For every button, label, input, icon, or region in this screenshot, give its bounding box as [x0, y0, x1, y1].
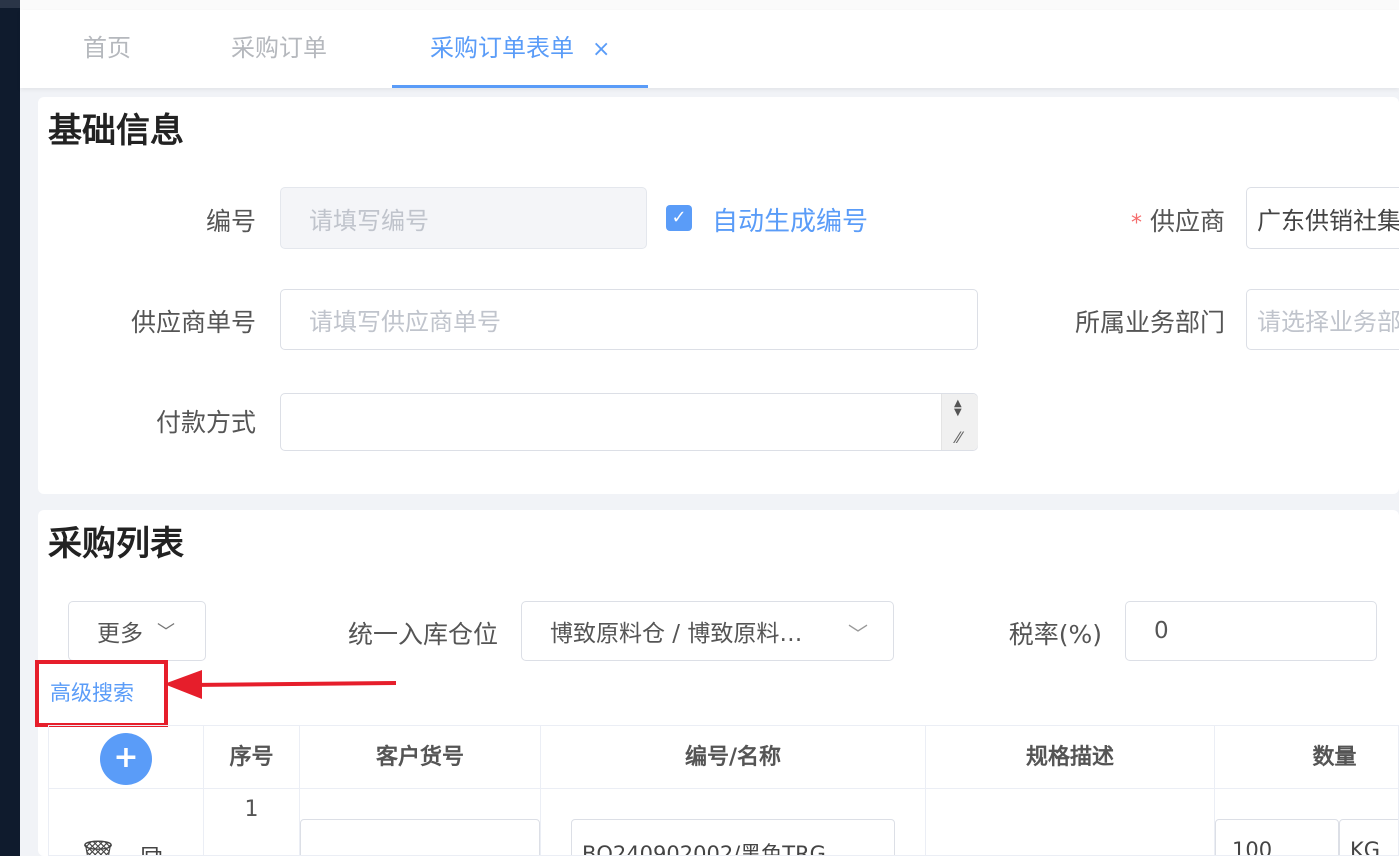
tab-bar: 首页 采购订单 采购订单表单 ×: [20, 10, 1399, 88]
code-name-input[interactable]: BQ240902002/黑色TRG: [571, 819, 895, 855]
supplier-select[interactable]: 广东供销社集: [1246, 187, 1399, 249]
number-spinner[interactable]: ▲ ▼ ⁄⁄: [941, 394, 978, 450]
row-actions-cell: 🗑 ⧉: [49, 789, 204, 855]
basic-info-title: 基础信息: [48, 111, 184, 151]
plus-icon: +: [113, 740, 139, 775]
active-tab-indicator: [392, 85, 649, 88]
supplier-no-label: 供应商单号: [130, 308, 256, 337]
tax-input[interactable]: 0: [1125, 601, 1377, 661]
close-icon[interactable]: ×: [592, 37, 610, 62]
column-header-index: 序号: [204, 726, 300, 789]
column-header-qty: 数量: [1215, 726, 1398, 789]
tab-label: 采购订单表单: [430, 34, 574, 62]
payment-textarea[interactable]: [280, 393, 978, 451]
purchase-table: + 序号 客户货号 编号/名称 规格描述 数量 🗑 ⧉ 1 BQ24090200…: [48, 725, 1399, 856]
column-header-code-name: 编号/名称: [541, 726, 926, 789]
supplier-label: * 供应商: [1098, 202, 1225, 238]
chevron-down-icon: ﹀: [848, 622, 868, 646]
annotation-highlight-box: [35, 660, 168, 727]
add-column-header: +: [49, 726, 204, 789]
copy-icon[interactable]: ⧉: [141, 839, 162, 855]
tab-label: 首页: [83, 34, 131, 62]
chevron-down-icon: ﹀: [157, 622, 175, 643]
check-icon: ✓: [671, 207, 687, 228]
window-nub: [0, 0, 20, 8]
add-row-button[interactable]: +: [100, 733, 152, 785]
supplier-no-input[interactable]: 请填写供应商单号: [280, 289, 978, 350]
delete-icon[interactable]: 🗑: [79, 839, 117, 855]
annotation-arrow-icon: [164, 670, 397, 699]
unit-select[interactable]: KG: [1339, 819, 1398, 855]
auto-code-label[interactable]: 自动生成编号: [712, 201, 868, 238]
customer-no-input[interactable]: [300, 819, 540, 855]
tab-label: 采购订单: [231, 34, 327, 62]
row-index-cell: 1: [204, 789, 300, 855]
payment-label: 付款方式: [155, 408, 256, 437]
basic-info-card: 基础信息 编号 请填写编号 ✓ 自动生成编号 * 供应商 广东供销社集 供应商单号…: [38, 97, 1399, 494]
tax-label: 税率(%): [1008, 620, 1102, 649]
supplier-label-text: 供应商: [1149, 207, 1225, 236]
tab-home[interactable]: 首页: [83, 10, 131, 88]
dept-label: 所属业务部门: [1074, 308, 1225, 337]
purchase-list-title: 采购列表: [48, 524, 184, 564]
warehouse-label: 统一入库仓位: [347, 620, 498, 649]
dept-select[interactable]: 请选择业务部: [1246, 289, 1399, 350]
more-label: 更多: [97, 621, 143, 647]
warehouse-select[interactable]: 博致原料仓 / 博致原料…: [521, 601, 894, 661]
column-header-customer-no: 客户货号: [300, 726, 541, 789]
code-name-cell: BQ240902002/黑色TRG: [541, 789, 926, 855]
tab-purchase-orders[interactable]: 采购订单: [231, 10, 327, 88]
spin-down-icon[interactable]: ▼: [954, 407, 962, 418]
warehouse-value: 博致原料仓 / 博致原料…: [550, 621, 803, 647]
tab-purchase-order-form[interactable]: 采购订单表单 ×: [392, 10, 649, 88]
resize-grip-icon[interactable]: ⁄⁄: [956, 428, 961, 447]
code-label: 编号: [205, 207, 256, 236]
customer-no-cell: [300, 789, 541, 855]
code-input[interactable]: 请填写编号: [280, 187, 647, 249]
qty-input[interactable]: 100: [1215, 819, 1339, 855]
qty-cell: 100 KG: [1215, 789, 1398, 855]
required-mark: *: [1130, 211, 1142, 236]
left-window-strip: [0, 0, 20, 856]
spec-cell: [926, 789, 1215, 855]
auto-code-checkbox[interactable]: ✓: [666, 205, 692, 231]
more-dropdown[interactable]: 更多 ﹀: [68, 601, 206, 661]
column-header-spec: 规格描述: [926, 726, 1215, 789]
